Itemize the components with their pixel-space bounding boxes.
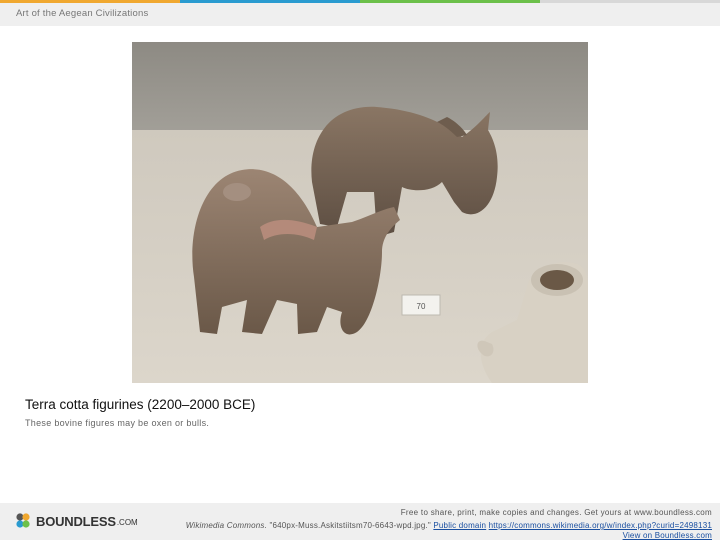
boundless-logo-icon bbox=[16, 513, 30, 528]
boundless-logo[interactable]: BOUNDLESS .COM bbox=[14, 512, 138, 530]
slide-header: Art of the Aegean Civilizations bbox=[0, 3, 720, 26]
source-url-link[interactable]: https://commons.wikimedia.org/w/index.ph… bbox=[489, 521, 712, 530]
logo-wordmark: BOUNDLESS bbox=[36, 513, 116, 529]
caption-title: Terra cotta figurines (2200–2000 BCE) bbox=[25, 397, 256, 412]
license-link[interactable]: Public domain bbox=[433, 521, 486, 530]
figurines-photo: 70 bbox=[132, 42, 588, 383]
source-file: "640px-Muss.Askitstiitsm70-6643-wpd.jpg.… bbox=[267, 521, 434, 530]
source-prefix: Wikimedia Commons. bbox=[185, 521, 268, 530]
footer-license-notice: Free to share, print, make copies and ch… bbox=[400, 508, 712, 517]
logo-suffix: .COM bbox=[116, 518, 138, 527]
footer-attribution: Wikimedia Commons. "640px-Muss.Askitstii… bbox=[172, 521, 712, 541]
header-title: Art of the Aegean Civilizations bbox=[16, 8, 149, 19]
caption-text: These bovine figures may be oxen or bull… bbox=[25, 418, 210, 428]
museum-label-text: 70 bbox=[417, 302, 426, 311]
view-on-boundless-link[interactable]: View on Boundless.com bbox=[623, 531, 712, 540]
